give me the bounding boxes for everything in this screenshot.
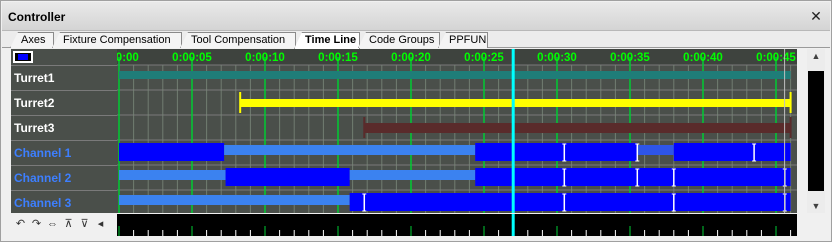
timeline-segment [119,170,226,180]
close-icon[interactable]: ✕ [808,8,824,24]
time-label: 0:00:35 [610,52,650,64]
timeline-segment [673,143,791,161]
time-label: 0:00:40 [683,52,723,64]
window-title: Controller [8,10,66,24]
timeline-segment [475,168,674,186]
timeline-segment [349,193,791,211]
timeline-segment [119,71,791,79]
timeline-chart[interactable]: 0:00:00 0:00:05 0:00:10 0:00:15 0:00:20 0:00:… [117,49,797,213]
scroll-thumb[interactable] [808,71,824,191]
scroll-left-icon[interactable]: ◂ [93,216,108,233]
tab-bar: Axes Fixture Compensation Tool Compensatio… [2,31,830,49]
title-bar: Controller ✕ [2,2,830,31]
tab-tool-compensation[interactable]: Tool Compensation [180,32,296,48]
controller-window: Controller ✕ Axes Fixture Compensation Too… [0,0,832,242]
undo-icon[interactable]: ↶ [13,216,28,233]
timeline-segment [673,168,791,186]
row-label-turret2[interactable]: Turret2 [11,90,117,114]
time-label: 0:00:10 [245,52,285,64]
tab-ppfun[interactable]: PPFUN [438,32,488,48]
timeline-segment [475,143,638,161]
timeline-toolbar: ↶ ↷ ⇔ ⊼ ⊽ ◂ [11,214,117,236]
row-label-turret3[interactable]: Turret3 [11,115,117,139]
time-label: 0:00:30 [537,52,577,64]
align-end-icon[interactable]: ⊽ [77,216,92,233]
timeline-segment [119,143,225,161]
tab-time-line[interactable]: Time Line [294,32,360,49]
time-label: 0:00:25 [464,52,504,64]
vertical-scrollbar[interactable]: ▲ ▼ [807,49,825,213]
tab-fixture-compensation[interactable]: Fixture Compensation [52,32,182,48]
timeline-segment [637,145,674,155]
timeline-segment [349,170,476,180]
timeline-panel: Turret1 Turret2 Turret3 Channel 1 Channel 2C… [11,49,797,213]
timeline-segment [240,99,791,107]
timeline-segment [119,195,350,205]
time-label: 0:00:05 [172,52,212,64]
redo-icon[interactable]: ↷ [29,216,44,233]
time-label: 0:00:00 [117,52,139,64]
track-color-icon[interactable] [13,51,33,63]
scroll-down-icon[interactable]: ▼ [807,199,825,213]
timeline-segment [224,145,476,155]
ruler-background [117,214,797,236]
tab-code-groups[interactable]: Code Groups [358,32,440,48]
time-label: 0:00:45 [756,52,796,64]
time-ruler[interactable] [117,214,797,236]
align-start-icon[interactable]: ⊼ [61,216,76,233]
row-label-turret1[interactable]: Turret1 [11,65,117,89]
row-names: Turret1 Turret2 Turret3 Channel 1 Channel 2C… [11,49,117,213]
tab-axes[interactable]: Axes [10,32,54,48]
scroll-up-icon[interactable]: ▲ [807,49,825,63]
row-label-channel-2[interactable]: Channel 2 [11,165,117,189]
timeline-segment [364,123,791,133]
fit-width-icon[interactable]: ⇔ [45,216,60,233]
row-label-channel-3[interactable]: Channel 3 [11,190,117,214]
time-label: 0:00:15 [318,52,358,64]
time-label: 0:00:20 [391,52,431,64]
timeline-segment [225,168,350,186]
row-label-channel-1[interactable]: Channel 1 [11,140,117,164]
